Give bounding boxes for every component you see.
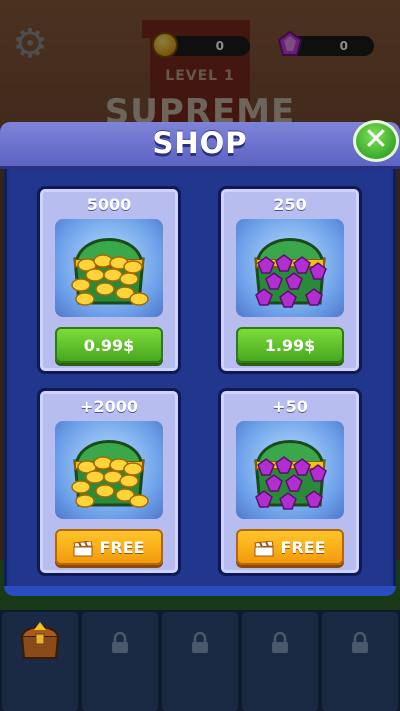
shop-title: SHOP <box>152 126 248 160</box>
item-amount: 5000 <box>86 195 132 214</box>
shop-item-gems-250[interactable]: 250 1.99$ <box>218 186 362 374</box>
chest-slot[interactable] <box>2 612 78 711</box>
watch-ad-label: FREE <box>280 538 326 557</box>
gem-chest-icon <box>236 421 344 519</box>
locked-slot[interactable] <box>82 612 158 711</box>
clapperboard-icon <box>254 540 275 556</box>
item-amount: 250 <box>273 195 307 214</box>
item-amount: +2000 <box>80 397 138 416</box>
shop-item-coins-5000[interactable]: 5000 0.99$ <box>37 186 181 374</box>
coin-chest-icon <box>55 219 163 317</box>
watch-ad-label: FREE <box>99 538 145 557</box>
chest-icon <box>20 622 60 659</box>
lock-icon <box>192 632 208 653</box>
locked-slot[interactable] <box>162 612 238 711</box>
shop-item-coins-free[interactable]: +2000 FREE <box>37 388 181 576</box>
close-icon: ✕ <box>363 122 389 157</box>
shop-item-gems-free[interactable]: +50 FREE <box>218 388 362 576</box>
close-button[interactable]: ✕ <box>353 120 399 162</box>
lock-icon <box>272 632 288 653</box>
buy-button[interactable]: 0.99$ <box>55 327 163 363</box>
watch-ad-button[interactable]: FREE <box>236 529 344 565</box>
locked-slot[interactable] <box>242 612 318 711</box>
buy-button[interactable]: 1.99$ <box>236 327 344 363</box>
lock-icon <box>112 632 128 653</box>
watch-ad-button[interactable]: FREE <box>55 529 163 565</box>
coin-chest-icon <box>55 421 163 519</box>
gem-chest-icon <box>236 219 344 317</box>
lock-icon <box>352 632 368 653</box>
clapperboard-icon <box>73 540 94 556</box>
locked-slot[interactable] <box>322 612 398 711</box>
shop-panel-bottom <box>4 586 396 596</box>
item-amount: +50 <box>272 397 308 416</box>
